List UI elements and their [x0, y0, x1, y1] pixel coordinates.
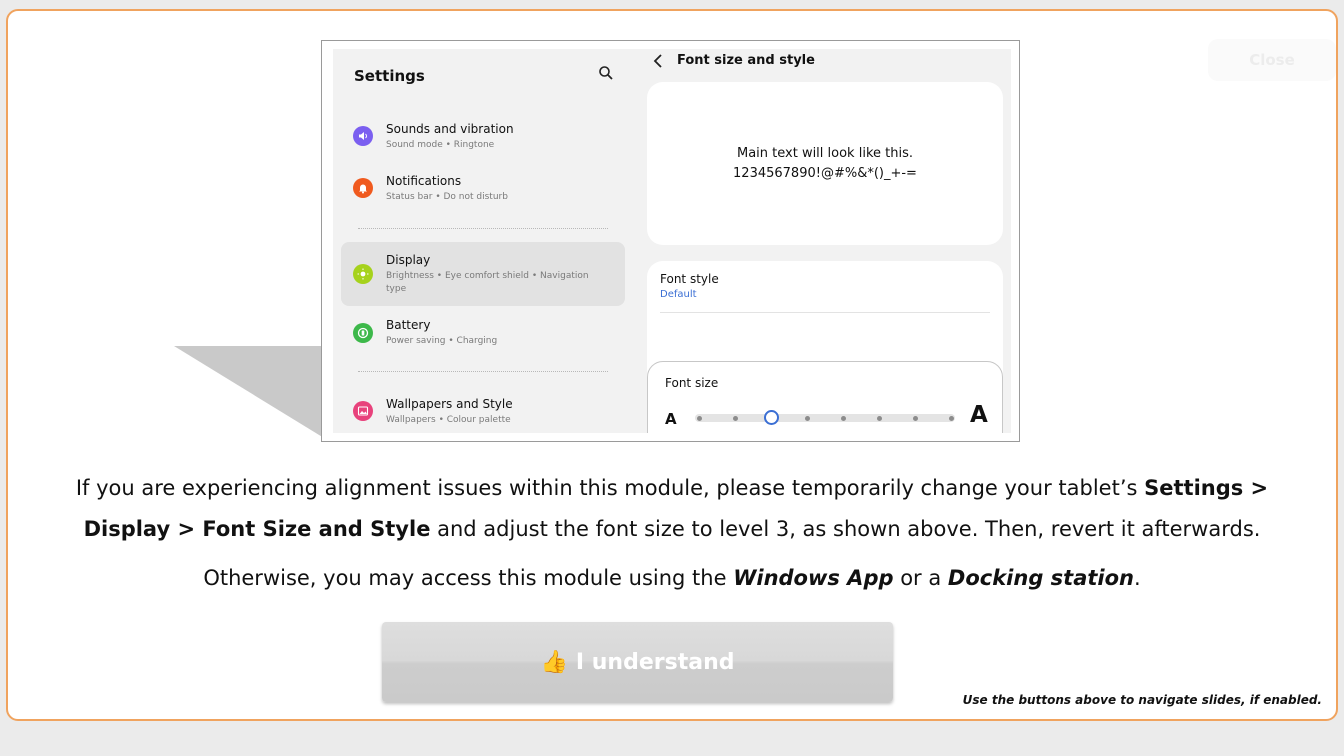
instruction-bold: Display > Font Size and Style: [83, 517, 431, 541]
back-arrow-icon: [653, 54, 662, 68]
instruction-line-1: If you are experiencing alignment issues…: [20, 476, 1324, 500]
settings-screenshot: Settings Sounds and vibration Sound mode…: [321, 40, 1020, 442]
search-icon: [599, 66, 613, 80]
i-understand-button[interactable]: 👍 I understand: [382, 622, 893, 702]
font-size-label: Font size: [665, 376, 719, 390]
navigation-hint: Use the buttons above to navigate slides…: [962, 693, 1322, 707]
slider-thumb: [763, 410, 779, 425]
slider-tick: [948, 416, 954, 421]
i-understand-label: I understand: [575, 649, 735, 675]
slider-tick: [840, 416, 846, 421]
slider-tick: [804, 416, 810, 421]
settings-item-display: Display Brightness • Eye comfort shield …: [341, 242, 625, 306]
slider-tick: [696, 416, 702, 421]
settings-item-notifications: Notifications Status bar • Do not distur…: [341, 171, 625, 207]
text-preview-card: Main text will look like this. 123456789…: [647, 82, 1003, 245]
preview-characters: 1234567890!@#%&*()_+-=: [733, 166, 917, 181]
large-text-glyph: A: [970, 402, 988, 428]
windows-app-label: Windows App: [733, 566, 894, 590]
settings-item-wallpapers: Wallpapers and Style Wallpapers • Colour…: [341, 394, 625, 430]
card-divider: [660, 312, 990, 313]
settings-item-battery: Battery Power saving • Charging: [341, 315, 625, 351]
slider-tick: [876, 416, 882, 421]
image-icon: [353, 401, 373, 421]
settings-item-subtitle: Wallpapers • Colour palette: [386, 415, 511, 425]
settings-title: Settings: [354, 67, 425, 85]
settings-item-title: Notifications: [386, 174, 462, 188]
settings-item-title: Sounds and vibration: [386, 122, 514, 136]
slider-tick: [732, 416, 738, 421]
font-size-card: Font size A A: [647, 361, 1003, 433]
bell-icon: [353, 178, 373, 198]
settings-item-subtitle: Sound mode • Ringtone: [386, 140, 495, 150]
settings-item-title: Display: [386, 253, 431, 267]
settings-item-subtitle: Brightness • Eye comfort shield • Naviga…: [386, 271, 589, 281]
speaker-icon: [353, 126, 373, 146]
instruction-text: and adjust the font size to level 3, as …: [430, 517, 1261, 541]
battery-icon: [353, 323, 373, 343]
preview-text: Main text will look like this.: [736, 146, 913, 161]
font-settings-title: Font size and style: [677, 53, 815, 68]
section-divider: [358, 371, 608, 372]
settings-item-sounds: Sounds and vibration Sound mode • Ringto…: [341, 119, 625, 155]
small-text-glyph: A: [665, 410, 677, 428]
font-style-label: Font style: [660, 272, 719, 286]
instruction-bold: Settings >: [1144, 476, 1269, 500]
slider-tick: [912, 416, 918, 421]
settings-item-subtitle: Status bar • Do not disturb: [386, 192, 508, 202]
settings-item-title: Wallpapers and Style: [386, 397, 513, 411]
thumbs-up-icon: 👍: [540, 649, 568, 675]
alternative-text: Otherwise, you may access this module us…: [203, 566, 734, 590]
instruction-text: If you are experiencing alignment issues…: [75, 476, 1145, 500]
settings-screenshot-content: Settings Sounds and vibration Sound mode…: [333, 49, 1011, 433]
ghost-close-button[interactable]: Close: [1208, 39, 1336, 81]
font-style-value: Default: [660, 289, 697, 300]
alternative-line: Otherwise, you may access this module us…: [20, 566, 1324, 590]
settings-item-subtitle: Power saving • Charging: [386, 336, 498, 346]
alternative-text: or a: [893, 566, 948, 590]
instruction-line-2: Display > Font Size and Style and adjust…: [20, 517, 1324, 541]
settings-item-subtitle-cont: type: [386, 284, 407, 294]
settings-item-title: Battery: [386, 318, 431, 332]
alternative-text: .: [1134, 566, 1141, 590]
section-divider: [358, 228, 608, 229]
font-size-slider: [695, 410, 955, 425]
docking-station-label: Docking station: [947, 566, 1134, 590]
sun-icon: [353, 264, 373, 284]
